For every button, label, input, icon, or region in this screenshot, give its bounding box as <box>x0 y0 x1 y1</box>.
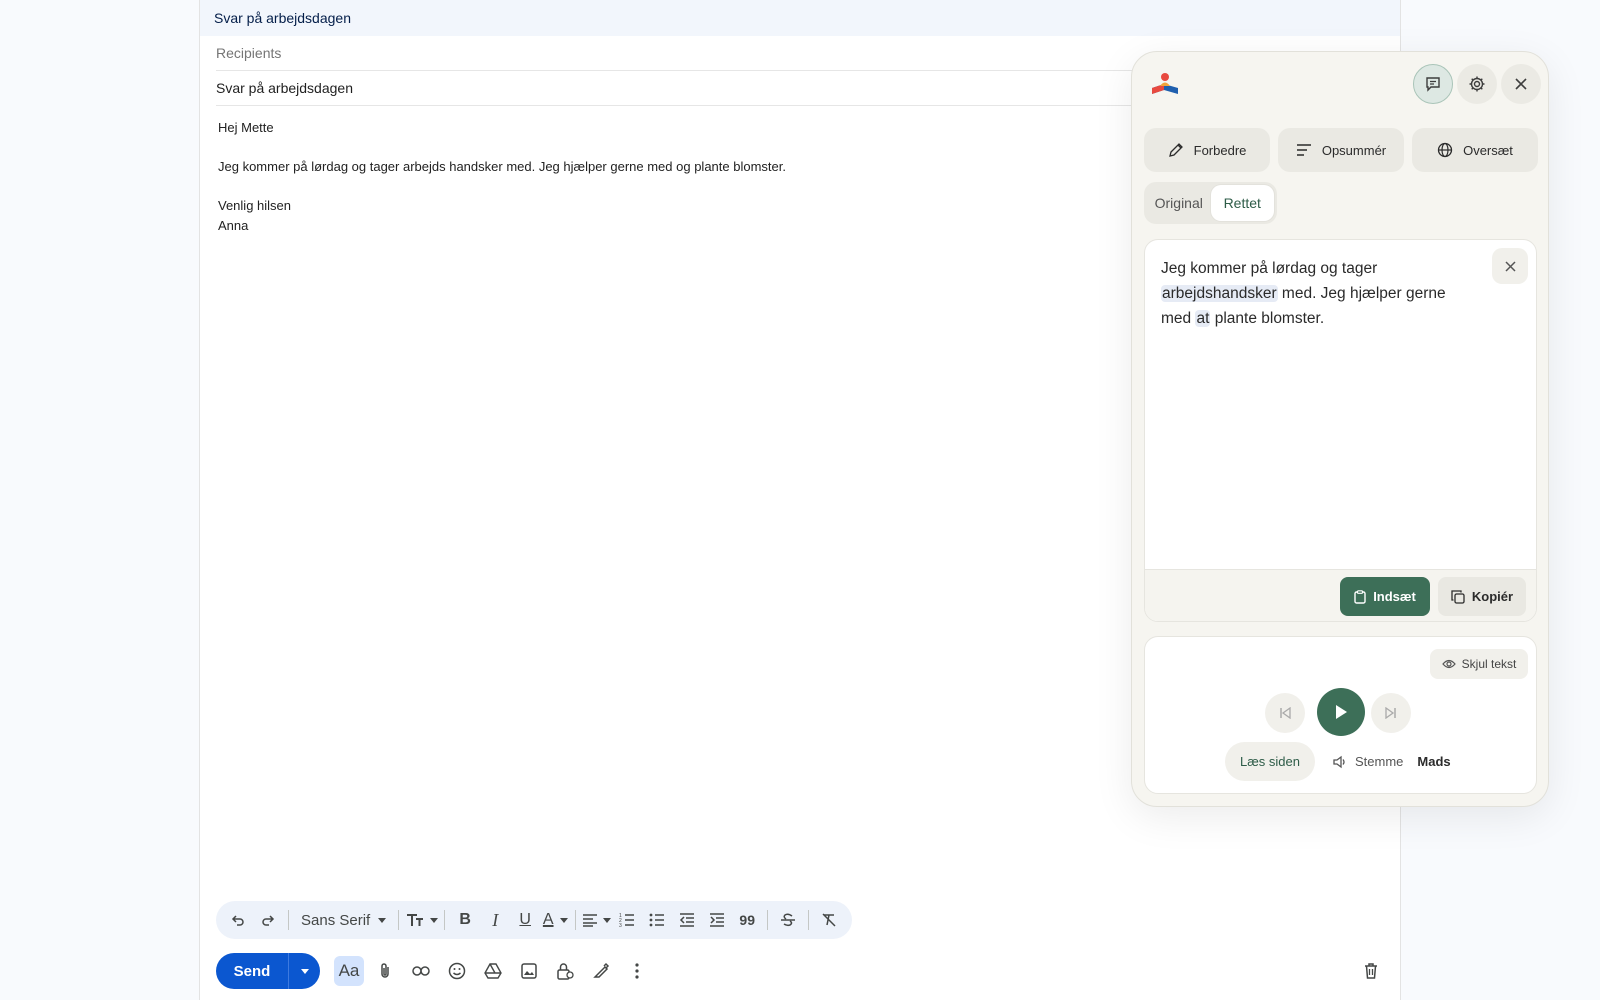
previous-button[interactable] <box>1265 693 1305 733</box>
correction-highlight[interactable]: arbejdshandsker <box>1161 285 1278 302</box>
lines-icon <box>1296 144 1311 156</box>
quote-icon[interactable]: 99 <box>733 905 761 935</box>
writing-assistant-panel: Forbedre Opsummér Oversæt Original Rette… <box>1131 51 1549 807</box>
font-size-icon[interactable] <box>405 905 439 935</box>
undo-icon[interactable] <box>224 905 252 935</box>
summarize-label: Opsummér <box>1321 142 1387 158</box>
gear-icon <box>1469 76 1485 92</box>
chevron-down-icon <box>603 917 612 923</box>
link-icon[interactable] <box>406 956 436 986</box>
discard-draft-icon[interactable] <box>1356 956 1386 986</box>
translate-label: Oversæt <box>1463 142 1513 158</box>
send-button-group: Send <box>216 953 320 989</box>
summarize-button[interactable]: Opsummér <box>1278 128 1404 172</box>
compose-header[interactable]: Svar på arbejdsdagen <box>200 0 1400 36</box>
insert-button[interactable]: Indsæt <box>1340 577 1430 616</box>
numbered-list-icon[interactable]: 123 <box>613 905 641 935</box>
play-button[interactable] <box>1317 688 1365 736</box>
clipboard-icon <box>1354 589 1366 604</box>
result-text-segment: plante blomster. <box>1210 310 1325 327</box>
close-icon <box>1515 78 1527 90</box>
formatting-toolbar: Sans Serif B I U A 123 99 <box>216 901 852 939</box>
toolbar-divider <box>288 910 289 930</box>
hide-text-button[interactable]: Skjul tekst <box>1430 649 1528 679</box>
eye-icon <box>1441 659 1456 669</box>
copy-icon <box>1451 589 1465 604</box>
recipients-placeholder: Recipients <box>216 45 282 61</box>
skip-previous-icon <box>1280 707 1291 719</box>
chevron-down-icon <box>430 917 439 923</box>
bulleted-list-icon[interactable] <box>643 905 671 935</box>
compose-title: Svar på arbejdsdagen <box>214 10 351 26</box>
chevron-down-icon <box>559 917 568 923</box>
clear-result-button[interactable] <box>1492 248 1528 284</box>
copy-label: Kopiér <box>1471 589 1514 604</box>
toolbar-divider <box>767 910 769 930</box>
hide-text-label: Skjul tekst <box>1461 657 1517 671</box>
strikethrough-icon[interactable] <box>774 905 802 935</box>
confidential-mode-icon[interactable] <box>550 956 580 986</box>
insert-photo-icon[interactable] <box>514 956 544 986</box>
signature-icon[interactable] <box>586 956 616 986</box>
subject-text: Svar på arbejdsdagen <box>216 80 353 96</box>
improve-button[interactable]: Forbedre <box>1144 128 1270 172</box>
align-icon[interactable] <box>582 905 612 935</box>
result-actions: Indsæt Kopiér <box>1145 569 1536 621</box>
play-icon <box>1336 705 1347 719</box>
text-to-speech-card: Skjul tekst Læs siden Stemme Mads <box>1144 636 1537 794</box>
underline-icon[interactable]: U <box>511 905 539 935</box>
drive-icon[interactable] <box>478 956 508 986</box>
pencil-icon <box>1168 143 1183 157</box>
result-text-segment: Jeg kommer på lørdag og tager <box>1161 260 1378 277</box>
font-family-label: Sans Serif <box>301 911 371 929</box>
toolbar-divider <box>398 910 400 930</box>
improve-label: Forbedre <box>1193 142 1247 158</box>
send-button[interactable]: Send <box>216 953 288 989</box>
insert-label: Indsæt <box>1373 589 1416 604</box>
toolbar-divider <box>575 910 577 930</box>
chat-icon <box>1426 77 1440 92</box>
chevron-down-icon <box>300 968 309 974</box>
italic-icon[interactable]: I <box>481 905 509 935</box>
remove-formatting-icon[interactable] <box>815 905 843 935</box>
indent-more-icon[interactable] <box>703 905 731 935</box>
read-page-button[interactable]: Læs siden <box>1225 742 1315 781</box>
more-options-icon[interactable] <box>622 956 652 986</box>
emoji-icon[interactable] <box>442 956 472 986</box>
globe-icon <box>1437 142 1453 158</box>
font-family-select[interactable]: Sans Serif <box>295 912 392 929</box>
voice-name: Mads <box>1417 754 1451 769</box>
app-logo-icon <box>1150 70 1180 98</box>
bold-icon[interactable]: B <box>451 905 479 935</box>
result-card: Jeg kommer på lørdag og tager arbejdshan… <box>1144 239 1537 622</box>
version-toggle: Original Rettet <box>1144 182 1277 224</box>
tab-corrected[interactable]: Rettet <box>1210 185 1274 221</box>
formatting-options-button[interactable]: Aa <box>334 956 364 986</box>
next-button[interactable] <box>1371 693 1411 733</box>
send-options-button[interactable] <box>288 953 320 989</box>
correction-highlight[interactable]: at <box>1195 310 1211 327</box>
chevron-down-icon <box>378 917 387 923</box>
close-panel-button[interactable] <box>1501 64 1541 104</box>
tab-original[interactable]: Original <box>1147 185 1211 221</box>
translate-button[interactable]: Oversæt <box>1412 128 1538 172</box>
result-text[interactable]: Jeg kommer på lørdag og tager arbejdshan… <box>1161 256 1471 331</box>
svg-text:3: 3 <box>619 923 622 927</box>
toolbar-divider <box>444 910 446 930</box>
indent-less-icon[interactable] <box>673 905 701 935</box>
copy-button[interactable]: Kopiér <box>1438 577 1526 616</box>
settings-button[interactable] <box>1457 64 1497 104</box>
toolbar-divider <box>808 910 810 930</box>
close-icon <box>1504 260 1516 272</box>
chat-button[interactable] <box>1413 64 1453 104</box>
voice-label: Stemme <box>1355 754 1404 769</box>
voice-selector[interactable]: Stemme Mads <box>1333 742 1451 781</box>
text-color-icon[interactable]: A <box>541 905 569 935</box>
redo-icon[interactable] <box>254 905 282 935</box>
skip-next-icon <box>1385 707 1396 719</box>
attach-icon[interactable] <box>370 956 400 986</box>
speaker-icon <box>1333 755 1345 768</box>
compose-bottom-bar: Send Aa <box>216 953 1386 989</box>
